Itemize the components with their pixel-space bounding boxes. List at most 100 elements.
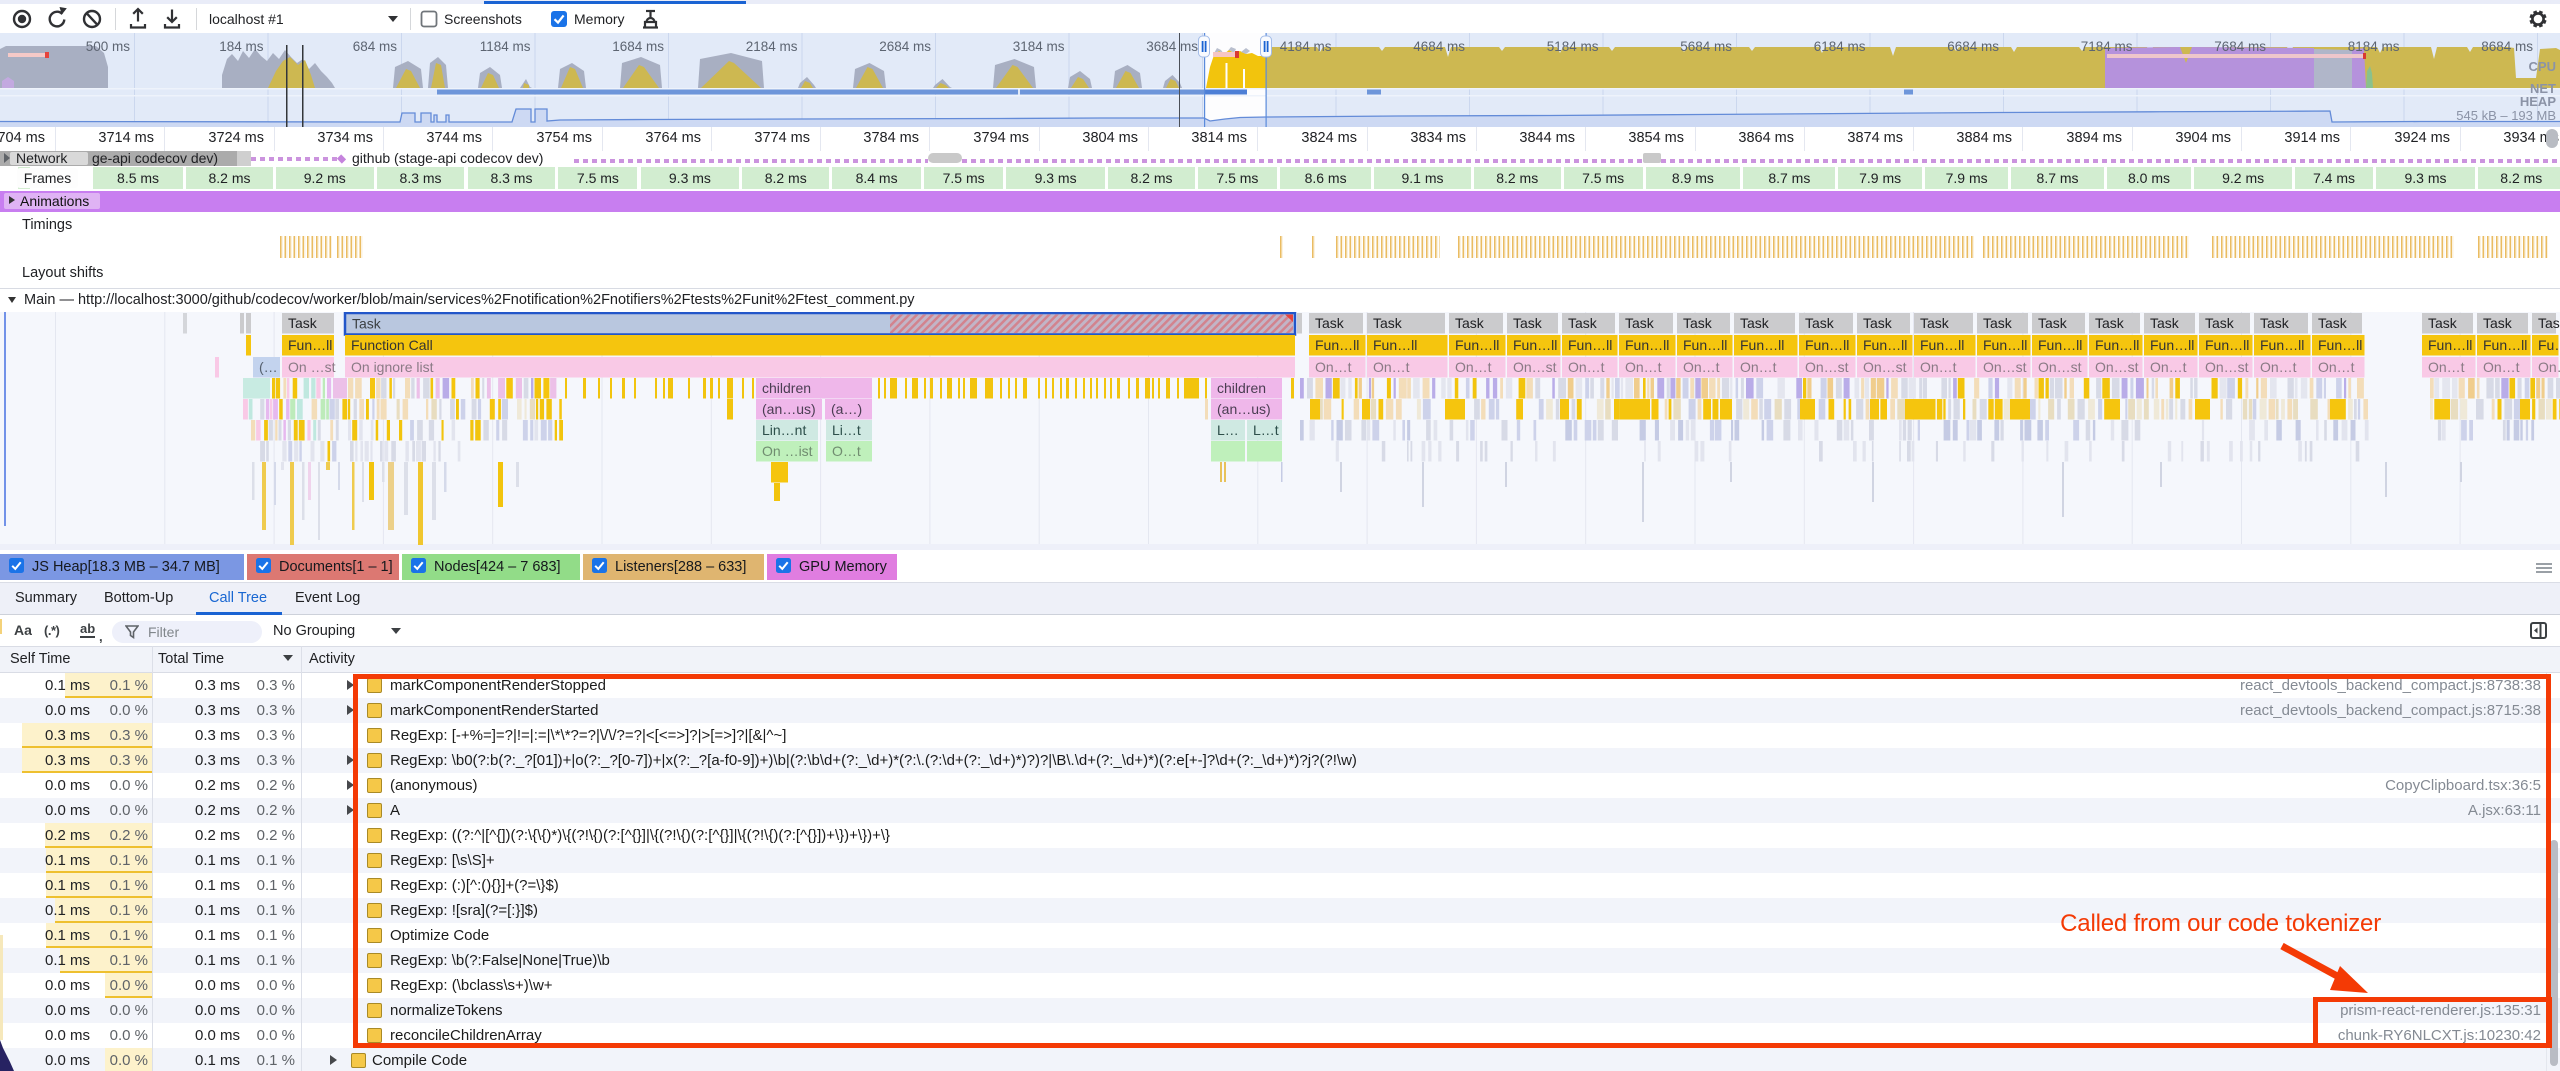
svg-text:545 kB – 193 MB: 545 kB – 193 MB bbox=[2456, 108, 2556, 123]
svg-text:On…t: On…t bbox=[2428, 359, 2465, 375]
svg-text:On…st: On…st bbox=[1863, 359, 1907, 375]
svg-text:500 ms: 500 ms bbox=[86, 39, 131, 54]
svg-text:Fun…ll: Fun…ll bbox=[1740, 337, 1784, 353]
svg-text:Fun…ll: Fun…ll bbox=[1568, 337, 1612, 353]
svg-text:Lin…nt: Lin…nt bbox=[762, 422, 806, 438]
svg-text:On ignore list: On ignore list bbox=[351, 359, 434, 375]
svg-text:L…t: L…t bbox=[1253, 422, 1279, 438]
svg-text:5184 ms: 5184 ms bbox=[1547, 39, 1599, 54]
svg-text:On…t: On…t bbox=[1373, 359, 1410, 375]
svg-text:Fun…ll: Fun…ll bbox=[2150, 337, 2194, 353]
svg-text:On…st: On…st bbox=[1513, 359, 1557, 375]
svg-text:Fun…ll: Fun…ll bbox=[2318, 337, 2362, 353]
svg-text:On…st: On…st bbox=[1805, 359, 1849, 375]
svg-text:On…t: On…t bbox=[1568, 359, 1605, 375]
svg-text:Task: Task bbox=[2205, 315, 2235, 331]
svg-text:Fun…ll: Fun…ll bbox=[2260, 337, 2304, 353]
svg-text:On…t: On…t bbox=[2150, 359, 2187, 375]
svg-text:Task: Task bbox=[2538, 315, 2560, 331]
svg-text:On …ist: On …ist bbox=[762, 443, 813, 459]
svg-text:CPU: CPU bbox=[2529, 59, 2556, 74]
svg-text:Fun…ll: Fun…ll bbox=[1805, 337, 1849, 353]
svg-text:children: children bbox=[1217, 380, 1266, 396]
svg-text:Task: Task bbox=[1513, 315, 1543, 331]
svg-text:184 ms: 184 ms bbox=[219, 39, 264, 54]
svg-text:On…t: On…t bbox=[1683, 359, 1720, 375]
svg-text:8184 ms: 8184 ms bbox=[2348, 39, 2400, 54]
svg-text:7184 ms: 7184 ms bbox=[2081, 39, 2133, 54]
svg-text:HEAP: HEAP bbox=[2520, 94, 2556, 109]
svg-text:Task: Task bbox=[1740, 315, 1770, 331]
svg-text:Task: Task bbox=[2038, 315, 2068, 331]
svg-text:On…st: On…st bbox=[1983, 359, 2027, 375]
svg-text:Function Call: Function Call bbox=[351, 337, 433, 353]
svg-text:6184 ms: 6184 ms bbox=[1814, 39, 1866, 54]
svg-text:Fun…ll: Fun…ll bbox=[1315, 337, 1359, 353]
svg-text:Task: Task bbox=[2318, 315, 2348, 331]
svg-text:Fun…ll: Fun…ll bbox=[1373, 337, 1417, 353]
svg-text:Task: Task bbox=[1863, 315, 1893, 331]
svg-text:Task: Task bbox=[2260, 315, 2290, 331]
svg-text:Fun…ll: Fun…ll bbox=[2038, 337, 2082, 353]
svg-text:Fun…ll: Fun…ll bbox=[1863, 337, 1907, 353]
svg-text:Fun…ll: Fun…ll bbox=[2428, 337, 2472, 353]
svg-text:On…st: On…st bbox=[2095, 359, 2139, 375]
svg-text:Fun…ll: Fun…ll bbox=[2205, 337, 2249, 353]
svg-text:Li…t: Li…t bbox=[832, 422, 861, 438]
svg-text:O…t: O…t bbox=[832, 443, 861, 459]
svg-text:3684 ms: 3684 ms bbox=[1146, 39, 1198, 54]
svg-text:children: children bbox=[762, 380, 811, 396]
svg-text:(…: (… bbox=[259, 359, 278, 375]
svg-text:4184 ms: 4184 ms bbox=[1280, 39, 1332, 54]
svg-text:Fu…ll: Fu…ll bbox=[2538, 337, 2560, 353]
svg-text:On…t: On…t bbox=[2538, 359, 2560, 375]
svg-text:2684 ms: 2684 ms bbox=[879, 39, 931, 54]
svg-text:6684 ms: 6684 ms bbox=[1947, 39, 1999, 54]
svg-text:On…t: On…t bbox=[2318, 359, 2355, 375]
svg-text:Task: Task bbox=[1373, 315, 1403, 331]
svg-text:On…t: On…t bbox=[1315, 359, 1352, 375]
svg-text:Task: Task bbox=[1568, 315, 1598, 331]
svg-text:Fun…ll: Fun…ll bbox=[1983, 337, 2027, 353]
svg-text:Task: Task bbox=[2483, 315, 2513, 331]
svg-text:Fun…ll: Fun…ll bbox=[2483, 337, 2527, 353]
svg-text:1184 ms: 1184 ms bbox=[480, 39, 531, 54]
svg-text:Task: Task bbox=[1683, 315, 1713, 331]
svg-text:On…t: On…t bbox=[1740, 359, 1777, 375]
svg-text:3184 ms: 3184 ms bbox=[1013, 39, 1065, 54]
svg-text:Task: Task bbox=[1983, 315, 2013, 331]
svg-text:4684 ms: 4684 ms bbox=[1413, 39, 1465, 54]
svg-text:On…t: On…t bbox=[2483, 359, 2520, 375]
svg-text:Fun…ll: Fun…ll bbox=[1625, 337, 1669, 353]
svg-text:Fun…ll: Fun…ll bbox=[1455, 337, 1499, 353]
svg-text:Fun…ll: Fun…ll bbox=[1683, 337, 1727, 353]
svg-text:2184 ms: 2184 ms bbox=[746, 39, 798, 54]
svg-text:684 ms: 684 ms bbox=[353, 39, 398, 54]
svg-text:1684 ms: 1684 ms bbox=[612, 39, 664, 54]
svg-text:L…: L… bbox=[1217, 422, 1239, 438]
svg-text:(an…us): (an…us) bbox=[1217, 401, 1271, 417]
svg-text:On…st: On…st bbox=[2205, 359, 2249, 375]
svg-text:Task: Task bbox=[1920, 315, 1950, 331]
svg-text:On…t: On…t bbox=[1455, 359, 1492, 375]
svg-text:On…t: On…t bbox=[2260, 359, 2297, 375]
svg-text:Fun…ll: Fun…ll bbox=[1513, 337, 1557, 353]
svg-text:Task: Task bbox=[352, 316, 382, 332]
svg-text:Task: Task bbox=[1315, 315, 1345, 331]
svg-text:Task: Task bbox=[1625, 315, 1655, 331]
svg-text:Fun…ll: Fun…ll bbox=[1920, 337, 1964, 353]
svg-text:Fun…ll: Fun…ll bbox=[2095, 337, 2139, 353]
svg-text:8684 ms: 8684 ms bbox=[2481, 39, 2533, 54]
svg-text:5684 ms: 5684 ms bbox=[1680, 39, 1732, 54]
svg-text:On…t: On…t bbox=[1625, 359, 1662, 375]
svg-text:(a…): (a…) bbox=[831, 401, 862, 417]
svg-text:Task: Task bbox=[288, 315, 318, 331]
svg-text:Task: Task bbox=[1805, 315, 1835, 331]
svg-text:Task: Task bbox=[2095, 315, 2125, 331]
svg-text:Task: Task bbox=[2150, 315, 2180, 331]
svg-text:On…st: On…st bbox=[2038, 359, 2082, 375]
svg-text:(an…us): (an…us) bbox=[762, 401, 816, 417]
svg-text:Fun…ll: Fun…ll bbox=[288, 337, 332, 353]
svg-text:Task: Task bbox=[2428, 315, 2458, 331]
svg-text:On…t: On…t bbox=[1920, 359, 1957, 375]
